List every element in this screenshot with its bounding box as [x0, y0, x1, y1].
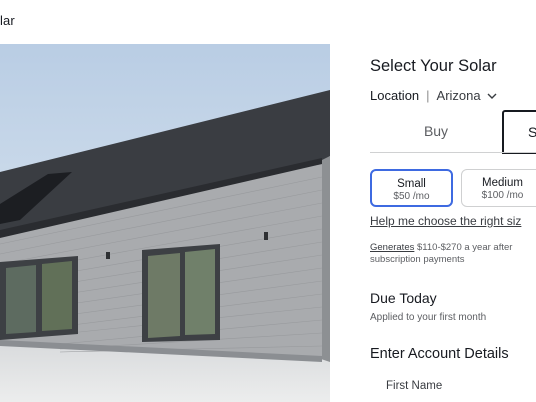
option-small[interactable]: Small $50 /mo [370, 169, 453, 207]
account-details-title: Enter Account Details [370, 346, 509, 362]
location-separator: | [426, 88, 430, 103]
generates-info: Generates $110-$270 a year after subscri… [370, 242, 512, 266]
location-value[interactable]: Arizona [437, 88, 481, 103]
location-selector[interactable]: Location | Arizona [370, 88, 497, 103]
generates-text-line1: $110-$270 a year after [414, 242, 513, 253]
due-today-title: Due Today [370, 290, 437, 306]
first-name-label: First Name [386, 380, 443, 392]
tab-subscribe[interactable]: S [502, 110, 536, 154]
tab-subscribe-label: S [528, 124, 536, 140]
option-medium-price: $100 /mo [481, 190, 524, 201]
option-medium[interactable]: Medium $100 /mo [461, 169, 536, 207]
page-title: Select Your Solar [370, 57, 497, 75]
purchase-type-tabs: Buy S [370, 110, 536, 154]
due-today-subtitle: Applied to your first month [370, 312, 487, 323]
configurator-panel: Select Your Solar Location | Arizona Buy… [330, 44, 536, 402]
house-illustration [0, 44, 330, 402]
brand-title[interactable]: lar [0, 13, 15, 28]
location-label: Location [370, 88, 420, 103]
option-small-name: Small [397, 178, 426, 190]
option-small-price: $50 /mo [393, 191, 430, 202]
solar-house-image [0, 44, 330, 402]
generates-link[interactable]: Generates [370, 242, 414, 253]
tab-buy[interactable]: Buy [370, 110, 502, 152]
chevron-down-icon[interactable] [487, 88, 497, 103]
option-medium-name: Medium [482, 177, 523, 189]
help-choose-link[interactable]: Help me choose the right siz [370, 214, 521, 228]
tab-divider [370, 152, 536, 153]
top-bar: lar [0, 0, 536, 44]
generates-text-line2: subscription payments [370, 254, 465, 265]
